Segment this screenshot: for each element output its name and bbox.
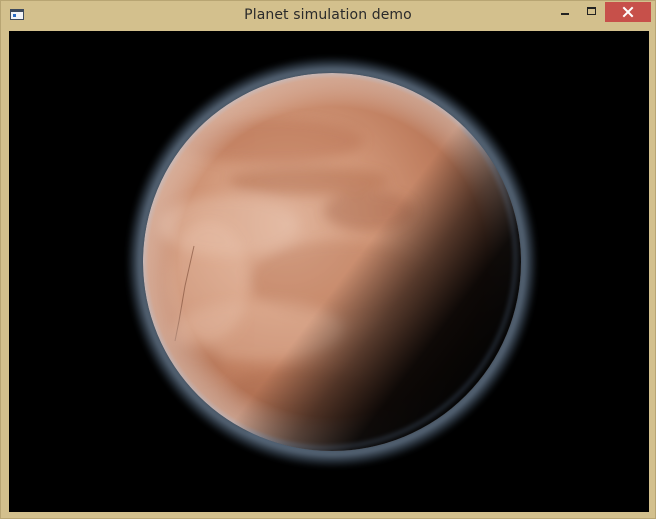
minimize-button[interactable] bbox=[550, 2, 578, 22]
title-bar[interactable]: Planet simulation demo bbox=[1, 1, 655, 31]
minimize-icon bbox=[561, 13, 569, 15]
maximize-icon bbox=[587, 7, 596, 15]
close-icon bbox=[622, 6, 634, 18]
maximize-button[interactable] bbox=[578, 2, 605, 22]
close-button[interactable] bbox=[605, 2, 651, 22]
planet-render bbox=[126, 56, 538, 468]
app-window: Planet simulation demo bbox=[0, 0, 656, 519]
render-viewport[interactable] bbox=[9, 31, 649, 512]
